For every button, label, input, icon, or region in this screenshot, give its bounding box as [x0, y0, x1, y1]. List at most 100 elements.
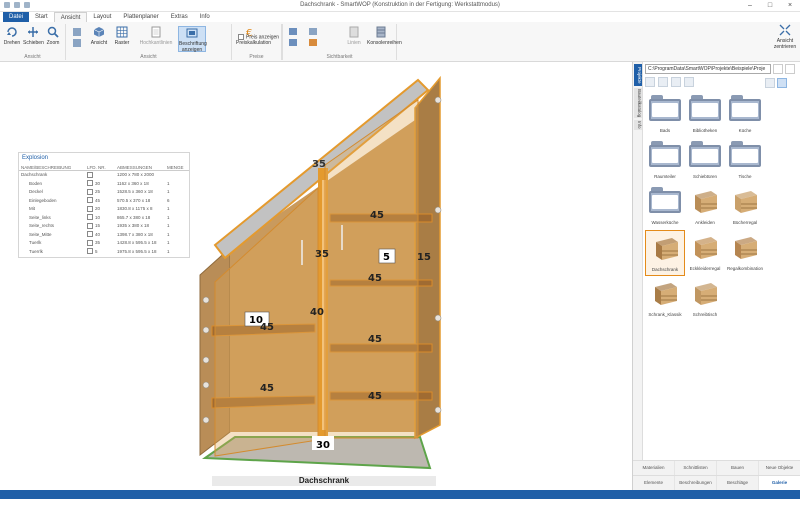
gallery-folder[interactable]: Bads	[645, 92, 685, 138]
path-field[interactable]: C:\ProgramData\SmartWOP\Projekte\Beispie…	[645, 64, 771, 74]
show-price-checkbox[interactable]: Preis anzeigen	[238, 34, 288, 40]
grid-button[interactable]: Raster	[112, 26, 132, 46]
table-row[interactable]: Boden 30 1162 x 360 x 18 1	[19, 180, 189, 189]
visibility-toggle-a[interactable]	[289, 28, 299, 46]
tab-datei[interactable]: Datei	[3, 12, 30, 22]
gallery-item[interactable]: Ankleiden	[685, 184, 725, 230]
new-icon[interactable]	[645, 77, 655, 87]
folder-icon	[649, 187, 681, 213]
table-row[interactable]: Seite_rechts 15 1935 x 380 x 18 1	[19, 222, 189, 231]
path-dropdown-icon[interactable]	[773, 64, 783, 74]
gallery-item[interactable]: Regalkombination	[725, 230, 765, 276]
table-row[interactable]: Einlegeboden 45 570.5 x 370 x 18 6	[19, 197, 189, 206]
tab-schnittlisten[interactable]: Schnittlisten	[675, 461, 717, 475]
vtab-info[interactable]: Info	[634, 120, 642, 130]
tab-layout[interactable]: Layout	[87, 12, 117, 22]
tab-ansicht[interactable]: Ansicht	[53, 12, 88, 22]
explosion-panel[interactable]: Explosion NAME/BESCHREIBUNG LFD. NR. ABM…	[18, 152, 190, 258]
tab-start[interactable]: Start	[29, 12, 54, 22]
table-row[interactable]: Seite_links 10 865.7 x 380 x 18 1	[19, 214, 189, 223]
folder-icon	[689, 95, 721, 121]
cabinet-model[interactable]: 35 35 5 15 40 10 45 45 45 45 45 45 30	[0, 62, 632, 490]
checkbox[interactable]	[238, 34, 244, 40]
view-cube-button[interactable]: Ansicht	[88, 26, 110, 46]
tab-beschlaege[interactable]: Beschläge	[717, 476, 759, 490]
visibility-toggle-b[interactable]	[309, 28, 319, 46]
row-checkbox[interactable]	[87, 239, 93, 246]
gallery-label: Regalkombination	[726, 266, 764, 271]
table-row[interactable]: Tuerlk 35 1428.8 x 595.5 x 18 1	[19, 239, 189, 248]
row-checkbox[interactable]	[87, 171, 93, 178]
row-checkbox[interactable]	[87, 214, 93, 221]
tab-extras[interactable]: Extras	[165, 12, 194, 22]
tile-view-icon[interactable]	[777, 78, 787, 88]
window-title: Dachschrank - SmartWOP (Konstruktion in …	[300, 2, 500, 8]
table-row[interactable]: Dachschrank 1200 x 780 x 2000	[19, 171, 189, 180]
tab-info[interactable]: Info	[194, 12, 216, 22]
vtab-projekte[interactable]: Projekte	[634, 64, 642, 86]
table-cell: Deckel	[29, 189, 43, 194]
lines-button[interactable]: Linien	[345, 26, 363, 46]
3d-viewport[interactable]: 35 35 5 15 40 10 45 45 45 45 45 45 30 Ex…	[0, 62, 632, 490]
gallery-label: Tische	[738, 174, 752, 179]
gallery-folder[interactable]: Schiebtüren	[685, 138, 725, 184]
table-cell: 1398.7 x 380 x 18	[117, 231, 153, 237]
labels-button[interactable]: Beschriftung anzeigen	[178, 26, 207, 53]
console-rows-button[interactable]: Konsolenreihen	[367, 26, 402, 46]
maximize-icon[interactable]: □	[760, 0, 780, 12]
row-checkbox[interactable]	[87, 231, 93, 238]
table-row[interactable]: Deckel 25 1528.5 x 360 x 18 1	[19, 188, 189, 197]
folder-up-icon[interactable]	[671, 77, 681, 87]
gallery-item[interactable]: Eckkleiderregal	[685, 230, 725, 276]
list-icon[interactable]	[658, 77, 668, 87]
small-view-buttons[interactable]	[70, 28, 84, 47]
gallery-folder[interactable]: Bibliotheken	[685, 92, 725, 138]
tab-plattenplaner[interactable]: Plattenplaner	[117, 12, 164, 22]
delete-icon[interactable]	[684, 77, 694, 87]
gallery-item[interactable]: Dachschrank	[645, 230, 685, 276]
table-cell: 1162 x 360 x 18	[117, 180, 149, 186]
tab-materialien[interactable]: Materialien	[633, 461, 675, 475]
list-view-icon[interactable]	[765, 78, 775, 88]
table-row[interactable]: Seite_Mitte 40 1398.7 x 380 x 18 1	[19, 231, 189, 240]
tab-bauen[interactable]: Bauen	[717, 461, 759, 475]
tab-galerie[interactable]: Galerie	[759, 476, 800, 490]
zoom-button[interactable]: Zoom	[45, 26, 61, 46]
table-cell: 20	[87, 205, 117, 214]
tab-neue-objekte[interactable]: Neue Objekte	[759, 461, 800, 475]
tab-elemente[interactable]: Elemente	[633, 476, 675, 490]
row-checkbox[interactable]	[87, 180, 93, 187]
gallery-folder[interactable]: Küche	[725, 92, 765, 138]
minimize-icon[interactable]: –	[740, 0, 760, 12]
furniture-thumbnail-icon	[695, 237, 717, 259]
gallery-item[interactable]: Schreibtisch	[685, 276, 725, 322]
label-45-a: 45	[260, 322, 274, 333]
row-checkbox[interactable]	[87, 188, 93, 195]
table-cell: Tuerlk	[29, 240, 42, 245]
panel-toolbar	[645, 76, 694, 88]
vtab-bauteilkatalog[interactable]: Bauteilkatalog	[634, 88, 642, 118]
center-view-button[interactable]: Ansicht zentrieren	[772, 24, 798, 50]
rotate-button[interactable]: Drehen	[3, 26, 21, 46]
table-cell	[167, 171, 189, 180]
gallery-item[interactable]: Bücherregal	[725, 184, 765, 230]
furniture-thumbnail-icon	[735, 237, 757, 259]
table-row[interactable]: Tuerrlk 5 1975.8 x 595.5 x 18 1	[19, 248, 189, 257]
row-checkbox[interactable]	[87, 205, 93, 212]
edge-lines-button[interactable]: Hochkantlinien	[136, 26, 176, 46]
gallery-folder[interactable]: Raumteiler	[645, 138, 685, 184]
table-cell: 1830.8 x 1175 x 8	[117, 206, 153, 211]
refresh-icon[interactable]	[785, 64, 795, 74]
tab-beschreibungen[interactable]: Beschreibungen	[675, 476, 717, 490]
row-checkbox[interactable]	[87, 222, 93, 229]
table-row[interactable]: Mit 20 1830.8 x 1175 x 8 1	[19, 205, 189, 214]
gallery-folder[interactable]: Tische	[725, 138, 765, 184]
gallery-folder[interactable]: Wasserküche	[645, 184, 685, 230]
pan-button[interactable]: Schieben	[23, 26, 44, 46]
close-icon[interactable]: ×	[780, 0, 800, 12]
gallery-label: Dachschrank	[651, 267, 679, 272]
label-45-b: 45	[260, 383, 274, 394]
gallery-item[interactable]: Schrank_Klassik	[645, 276, 685, 322]
row-checkbox[interactable]	[87, 248, 93, 255]
row-checkbox[interactable]	[87, 197, 93, 204]
